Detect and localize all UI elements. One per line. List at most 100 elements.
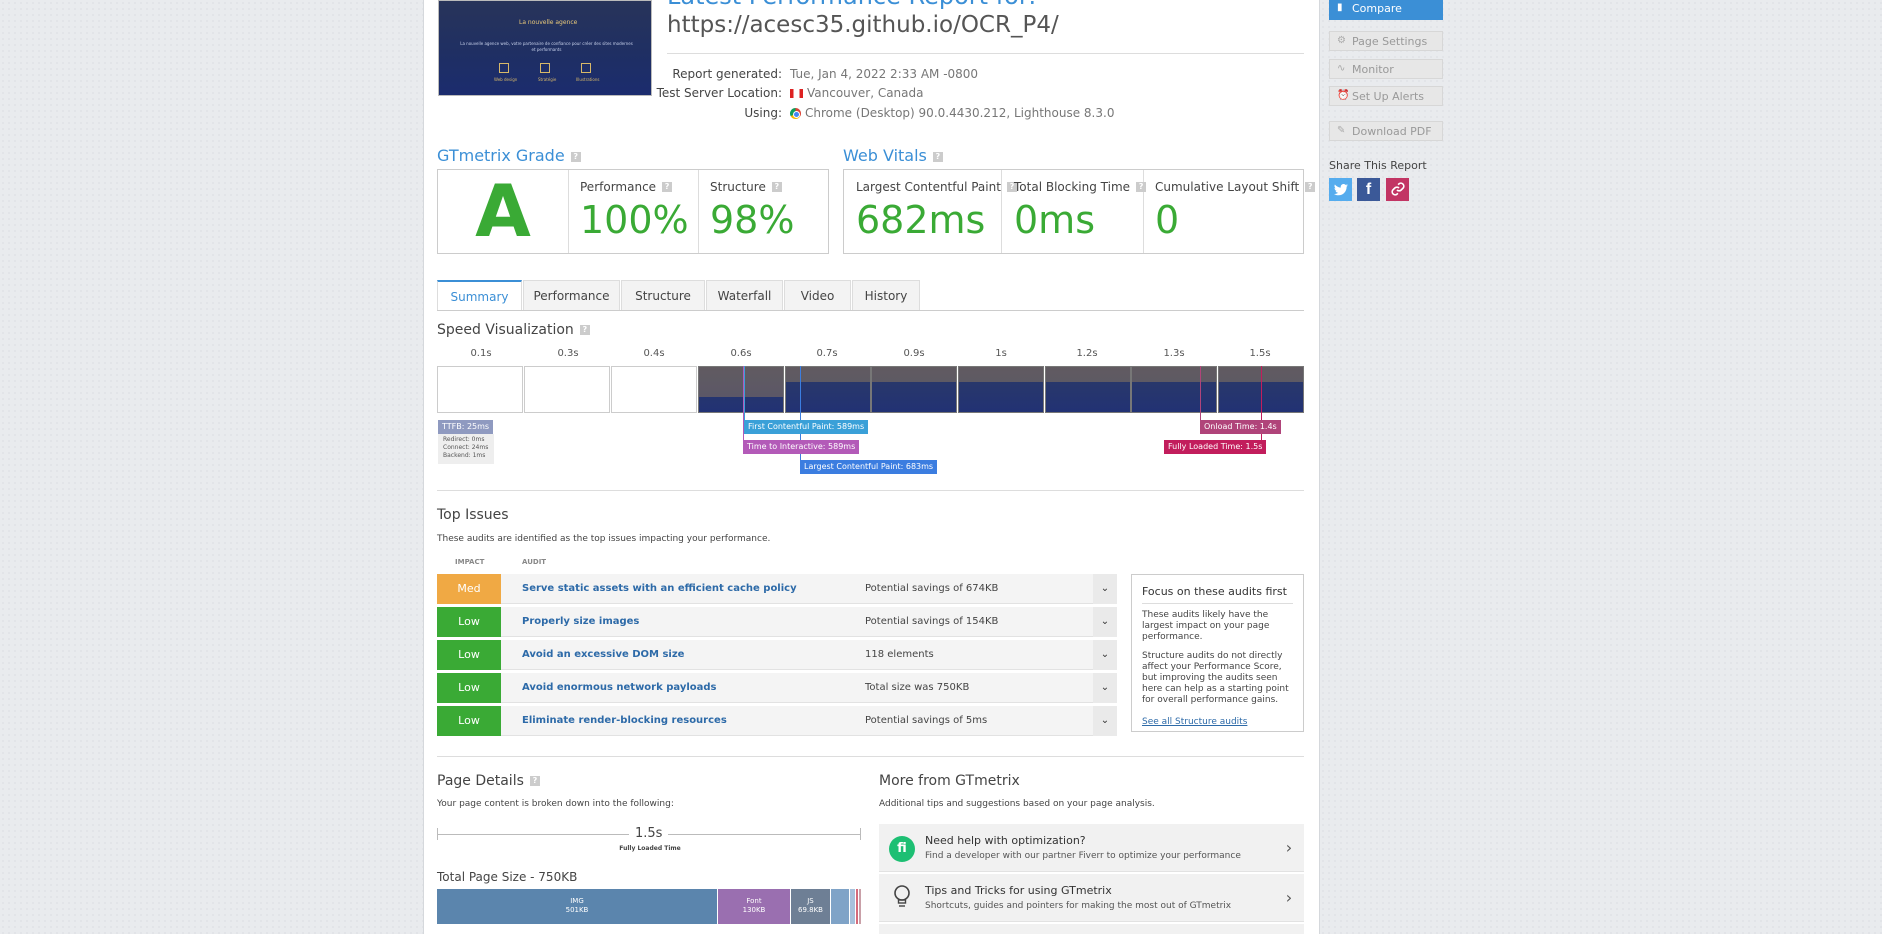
audit-savings: Potential savings of 154KB <box>865 616 999 627</box>
chevron-down-icon[interactable]: ⌄ <box>1093 574 1117 604</box>
tbt-label-text: Total Blocking Time <box>1014 180 1131 194</box>
font-size-value: 130KB <box>742 906 766 914</box>
section-divider <box>437 490 1304 491</box>
fiverr-icon: fi <box>889 836 915 862</box>
filmstrip-frame[interactable] <box>871 366 957 413</box>
tab-waterfall[interactable]: Waterfall <box>706 280 783 310</box>
lcp-marker: Largest Contentful Paint: 683ms <box>800 460 938 474</box>
impact-badge-low: Low <box>437 673 501 703</box>
audit-name[interactable]: Properly size images <box>522 616 639 627</box>
issue-row[interactable]: Low Properly size images Potential savin… <box>437 607 1117 637</box>
filmstrip-frame[interactable] <box>1131 366 1217 413</box>
issue-row[interactable]: Low Avoid enormous network payloads Tota… <box>437 673 1117 703</box>
help-icon[interactable]: ? <box>1305 182 1316 192</box>
help-icon[interactable]: ? <box>1136 182 1147 192</box>
grade-box: A Performance? 100% Structure? 98% <box>437 169 829 254</box>
total-page-size-title: Total Page Size - 750KB <box>437 870 578 884</box>
pulse-icon: ∿ <box>1337 63 1346 74</box>
structure-label-text: Structure <box>710 180 766 194</box>
timeline-tick: 1.2s <box>1076 348 1098 359</box>
server-location-text: Vancouver, Canada <box>807 86 924 100</box>
filmstrip-frame[interactable] <box>611 366 697 413</box>
filmstrip-frame[interactable] <box>1045 366 1131 413</box>
chevron-down-icon[interactable]: ⌄ <box>1093 673 1117 703</box>
tab-performance[interactable]: Performance <box>523 280 620 310</box>
help-icon[interactable]: ? <box>771 182 782 192</box>
html-size-bar[interactable] <box>856 889 858 924</box>
timeline-tick: 0.1s <box>470 348 492 359</box>
font-size-bar[interactable]: Font 130KB <box>718 889 790 924</box>
compare-button[interactable]: ▮ Compare <box>1329 0 1443 20</box>
audit-name[interactable]: Avoid enormous network payloads <box>522 682 717 693</box>
chevron-down-icon[interactable]: ⌄ <box>1093 706 1117 736</box>
more-item-subtitle: Shortcuts, guides and pointers for makin… <box>925 901 1232 911</box>
misc-size-bar[interactable] <box>859 889 861 924</box>
css-size-bar[interactable] <box>831 889 849 924</box>
issue-row[interactable]: Med Serve static assets with an efficien… <box>437 574 1117 604</box>
issue-row[interactable]: Low Avoid an excessive DOM size 118 elem… <box>437 640 1117 670</box>
audit-name[interactable]: Eliminate render-blocking resources <box>522 715 727 726</box>
img-size-value: 501KB <box>565 906 589 914</box>
help-icon[interactable]: ? <box>570 152 581 162</box>
chevron-down-icon[interactable]: ⌄ <box>1093 607 1117 637</box>
using-text: Chrome (Desktop) 90.0.4430.212, Lighthou… <box>805 106 1115 120</box>
fiverr-help-row[interactable]: fi Need help with optimization? Find a d… <box>879 824 1304 872</box>
more-item-title: Tips and Tricks for using GTmetrix <box>925 884 1112 897</box>
cls-value: 0 <box>1155 198 1180 242</box>
monitor-button[interactable]: ∿ Monitor <box>1329 59 1443 79</box>
tab-history[interactable]: History <box>852 280 920 310</box>
fully-loaded-value: 1.5s <box>629 826 669 841</box>
facebook-share-icon[interactable]: f <box>1357 178 1380 201</box>
other-size-bar[interactable] <box>850 889 855 924</box>
alarm-icon: ⏰ <box>1337 90 1350 101</box>
gtmetrix-grade-title: GTmetrix Grade? <box>437 146 581 165</box>
link-share-icon[interactable] <box>1386 178 1409 201</box>
page-screenshot-thumbnail[interactable]: La nouvelle agence La nouvelle agence we… <box>438 0 652 96</box>
audit-name[interactable]: Serve static assets with an efficient ca… <box>522 583 797 594</box>
speed-visualization-title: Speed Visualization? <box>437 322 590 338</box>
filmstrip-frame[interactable] <box>785 366 871 413</box>
filmstrip-frame[interactable] <box>958 366 1044 413</box>
filmstrip-frame[interactable] <box>437 366 523 413</box>
focus-audits-panel: Focus on these audits first These audits… <box>1131 574 1304 732</box>
tab-summary[interactable]: Summary <box>437 280 522 311</box>
audit-savings: 118 elements <box>865 649 934 660</box>
more-item-title: Need help with optimization? <box>925 834 1086 847</box>
chevron-down-icon[interactable]: ⌄ <box>1093 640 1117 670</box>
timeline-tick: 0.3s <box>557 348 579 359</box>
audit-name[interactable]: Avoid an excessive DOM size <box>522 649 684 660</box>
help-icon[interactable]: ? <box>579 325 590 335</box>
download-pdf-button[interactable]: ✎ Download PDF <box>1329 121 1443 141</box>
img-size-bar[interactable]: IMG 501KB <box>437 889 717 924</box>
fully-loaded-marker: Fully Loaded Time: 1.5s <box>1164 440 1267 454</box>
filmstrip-frame[interactable] <box>698 366 784 413</box>
focus-title: Focus on these audits first <box>1142 585 1293 604</box>
lcp-value: 682ms <box>856 198 986 242</box>
focus-paragraph: These audits likely have the largest imp… <box>1142 610 1270 642</box>
ttfb-details: Redirect: 0ms Connect: 24ms Backend: 1ms <box>438 434 494 464</box>
filmstrip-frame[interactable] <box>524 366 610 413</box>
twitter-share-icon[interactable] <box>1329 178 1352 201</box>
server-location-label: Test Server Location: <box>656 86 782 100</box>
set-up-alerts-button[interactable]: ⏰ Set Up Alerts <box>1329 86 1443 106</box>
js-size-bar[interactable]: JS 69.8KB <box>791 889 830 924</box>
help-icon[interactable]: ? <box>932 152 943 162</box>
tab-structure[interactable]: Structure <box>621 280 705 310</box>
tips-tricks-row[interactable]: Tips and Tricks for using GTmetrix Short… <box>879 874 1304 922</box>
page-settings-button[interactable]: ⚙ Page Settings <box>1329 31 1443 51</box>
audit-column-header: AUDIT <box>522 558 547 566</box>
see-all-structure-audits-link[interactable]: See all Structure audits <box>1142 717 1247 727</box>
report-url[interactable]: https://acesc35.github.io/OCR_P4/ <box>667 12 1059 38</box>
tab-video[interactable]: Video <box>784 280 851 310</box>
monitor-label: Monitor <box>1352 63 1394 76</box>
help-icon[interactable]: ? <box>662 182 673 192</box>
tti-marker-line <box>743 366 744 446</box>
fully-loaded-label: Fully Loaded Time <box>619 845 681 852</box>
thumbnail-label: Stratégie <box>538 77 557 82</box>
help-icon[interactable]: ? <box>529 776 540 786</box>
more-from-gtmetrix-title: More from GTmetrix <box>879 773 1020 789</box>
server-location-value: Vancouver, Canada <box>790 86 924 100</box>
timeline-tick: 1.5s <box>1249 348 1271 359</box>
section-divider <box>437 756 1304 757</box>
issue-row[interactable]: Low Eliminate render-blocking resources … <box>437 706 1117 736</box>
